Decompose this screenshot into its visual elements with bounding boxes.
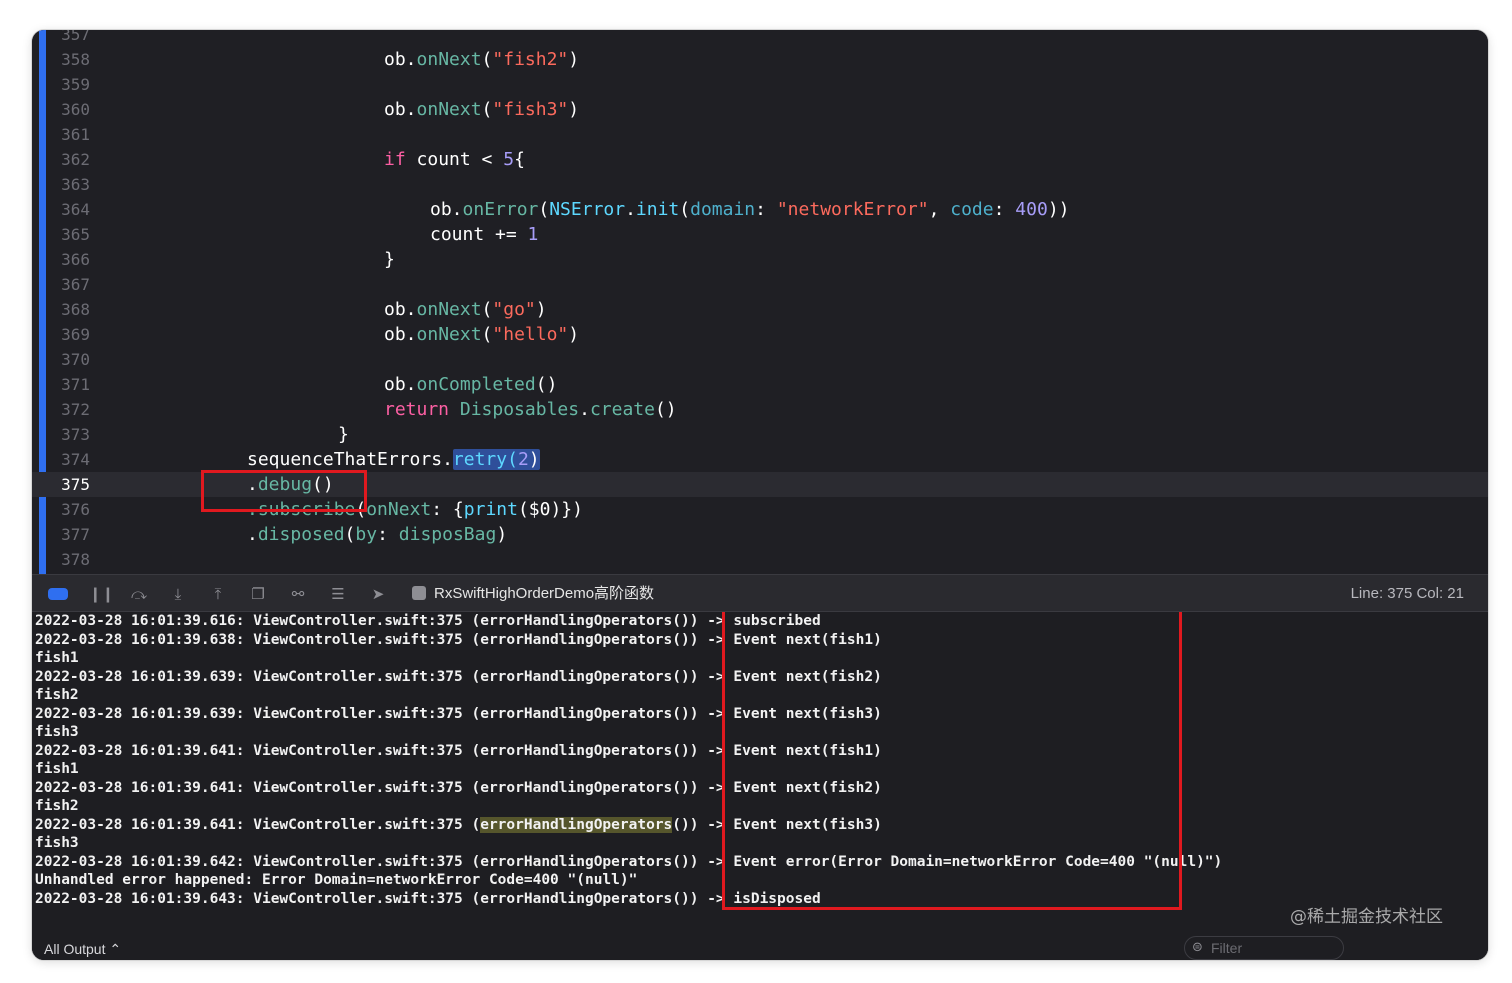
line-number: 369 — [61, 325, 90, 344]
line-number: 377 — [61, 525, 90, 544]
code-line: 369 ob.onNext("hello") — [32, 322, 1488, 347]
line-number: 364 — [61, 200, 90, 219]
step-out-icon[interactable]: ⤒ — [208, 584, 228, 604]
step-over-icon[interactable]: ⤼ — [129, 584, 149, 604]
console-line: 2022-03-28 16:01:39.616: ViewController.… — [35, 613, 821, 629]
console-line: fish1 — [35, 761, 79, 777]
line-number: 374 — [61, 450, 90, 469]
annotation-box-events — [722, 612, 1182, 910]
code-text: .disposed(by: disposBag) — [247, 524, 508, 545]
code-line: 372 return Disposables.create() — [32, 397, 1488, 422]
annotation-box-debug — [201, 470, 367, 512]
code-editor[interactable]: 357 358 ob.onNext("fish2") 359 360 ob.on… — [32, 30, 1488, 574]
filter-icon: ⊜ — [1192, 940, 1203, 955]
line-number: 359 — [61, 75, 90, 94]
console-line: fish1 — [35, 650, 79, 666]
line-number: 368 — [61, 300, 90, 319]
code-line: 362 if count < 5{ — [32, 147, 1488, 172]
line-number: 363 — [61, 175, 90, 194]
console-bottom-bar: All Output ⌃ ⊜ Filter — [32, 930, 1488, 960]
location-icon[interactable]: ➤ — [368, 584, 388, 604]
code-line: 357 — [32, 30, 1488, 47]
search-highlight: errorHandlingOperators — [480, 816, 673, 833]
console-line: 2022-03-28 16:01:39.643: ViewController.… — [35, 890, 821, 907]
code-line: 374 sequenceThatErrors.retry(2) — [32, 447, 1488, 472]
line-number: 366 — [61, 250, 90, 269]
code-text: } — [338, 424, 349, 445]
code-text: ob.onError(NSError.init(domain: "network… — [430, 199, 1070, 220]
line-number: 365 — [61, 225, 90, 244]
code-text: count += 1 — [430, 224, 539, 245]
code-line: 377 .disposed(by: disposBag) — [32, 522, 1488, 547]
line-number: 361 — [61, 125, 90, 144]
breakpoint-toggle-icon[interactable] — [48, 588, 68, 600]
output-selector[interactable]: All Output ⌃ — [44, 940, 121, 958]
pause-icon[interactable]: ❙❙ — [89, 584, 114, 604]
code-line: 371 ob.onCompleted() — [32, 372, 1488, 397]
code-text: sequenceThatErrors.retry(2) — [247, 449, 540, 470]
filter-placeholder: Filter — [1211, 940, 1243, 956]
line-number: 375 — [61, 475, 90, 494]
memory-graph-icon[interactable]: ⚯ — [288, 584, 308, 604]
console-line: fish2 — [35, 687, 79, 703]
console-line: fish2 — [35, 798, 79, 814]
code-line: 368 ob.onNext("go") — [32, 297, 1488, 322]
view-hierarchy-icon[interactable]: ❐ — [248, 584, 268, 604]
code-text: ob.onNext("fish2") — [384, 49, 580, 70]
code-text: if count < 5{ — [384, 149, 525, 170]
step-into-icon[interactable]: ⤓ — [168, 584, 188, 604]
code-text: } — [384, 249, 395, 270]
line-number: 357 — [61, 30, 90, 44]
code-line: 370 — [32, 347, 1488, 372]
code-line: 358 ob.onNext("fish2") — [32, 47, 1488, 72]
code-line: 366 } — [32, 247, 1488, 272]
code-text: ob.onNext("hello") — [384, 324, 580, 345]
line-number: 371 — [61, 375, 90, 394]
code-text: ob.onNext("go") — [384, 299, 547, 320]
watermark: @稀土掘金技术社区 — [1290, 907, 1443, 927]
code-text: return Disposables.create() — [384, 399, 677, 420]
line-number: 370 — [61, 350, 90, 369]
code-line: 365 count += 1 — [32, 222, 1488, 247]
text-selection: retry(2) — [452, 449, 540, 470]
debug-console[interactable]: 2022-03-28 16:01:39.616: ViewController.… — [32, 612, 1488, 960]
app-icon — [412, 586, 426, 600]
line-number: 372 — [61, 400, 90, 419]
environment-overrides-icon[interactable]: ☰ — [328, 584, 348, 604]
console-line: fish3 — [35, 835, 79, 851]
code-line: 378 — [32, 547, 1488, 572]
code-line: 373 } — [32, 422, 1488, 447]
line-number: 376 — [61, 500, 90, 519]
code-line: 363 — [32, 172, 1488, 197]
code-line: 359 — [32, 72, 1488, 97]
line-number: 360 — [61, 100, 90, 119]
code-text: ob.onNext("fish3") — [384, 99, 580, 120]
line-number: 378 — [61, 550, 90, 569]
filter-field[interactable]: ⊜ Filter — [1184, 936, 1344, 960]
xcode-window: 357 358 ob.onNext("fish2") 359 360 ob.on… — [32, 30, 1488, 960]
code-line: 367 — [32, 272, 1488, 297]
line-number: 367 — [61, 275, 90, 294]
code-line: 364 ob.onError(NSError.init(domain: "net… — [32, 197, 1488, 222]
scheme-label[interactable]: RxSwiftHighOrderDemo高阶函数 — [434, 585, 654, 603]
code-line: 360 ob.onNext("fish3") — [32, 97, 1488, 122]
line-number: 362 — [61, 150, 90, 169]
code-text: ob.onCompleted() — [384, 374, 558, 395]
line-number: 373 — [61, 425, 90, 444]
debug-toolbar: ❙❙ ⤼ ⤓ ⤒ ❐ ⚯ ☰ ➤ RxSwiftHighOrderDemo高阶函… — [32, 574, 1488, 612]
code-line: 361 — [32, 122, 1488, 147]
console-line: fish3 — [35, 724, 79, 740]
line-col-indicator: Line: 375 Col: 21 — [1350, 585, 1464, 602]
line-number: 358 — [61, 50, 90, 69]
console-line: Unhandled error happened: Error Domain=n… — [35, 872, 638, 888]
